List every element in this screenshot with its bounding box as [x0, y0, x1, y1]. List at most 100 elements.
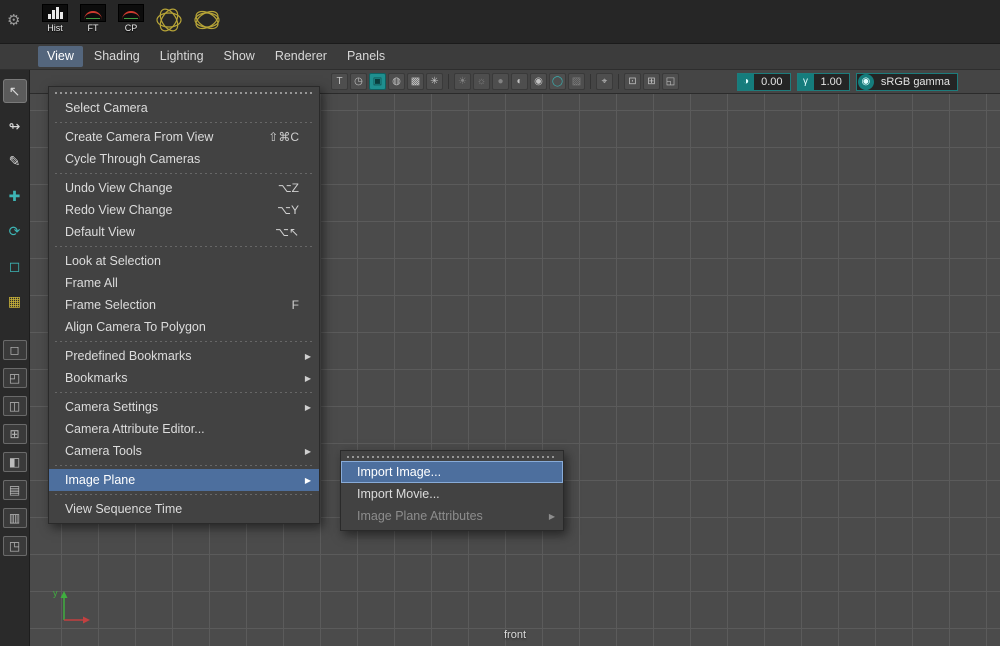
gear-icon[interactable]: ⚙: [7, 13, 20, 28]
menu-item-label: Bookmarks: [65, 371, 299, 385]
layout-hypershade[interactable]: ▤: [3, 480, 27, 500]
menu-separator: [49, 390, 319, 395]
shelf-item-hist[interactable]: Hist: [36, 4, 74, 33]
menu-item-camera-settings[interactable]: Camera Settings▶: [49, 396, 319, 418]
shaded-cube-icon[interactable]: ▣: [369, 73, 386, 90]
submenu-arrow-icon: ▶: [543, 512, 555, 521]
menu-item-label: Camera Settings: [65, 400, 299, 414]
layout-graph-editor[interactable]: ▥: [3, 508, 27, 528]
menu-lighting[interactable]: Lighting: [151, 46, 213, 67]
menu-item-frame-all[interactable]: Frame All: [49, 272, 319, 294]
toolbar-separator: [590, 74, 591, 89]
shadows-icon[interactable]: ●: [492, 73, 509, 90]
tool-list: ↖ ↬ ✎ ✚ ⟳ ◻ ▦: [3, 79, 27, 324]
scale-tool[interactable]: ◻: [3, 254, 27, 278]
menu-item-look-at-selection[interactable]: Look at Selection: [49, 250, 319, 272]
layout-custom[interactable]: ◳: [3, 536, 27, 556]
shelf-item-poly-2[interactable]: [188, 8, 226, 32]
view-transform-value[interactable]: sRGB gamma: [874, 76, 957, 88]
layout-persp-ortho[interactable]: ◰: [3, 368, 27, 388]
split-view-icon[interactable]: ⊞: [643, 73, 660, 90]
menu-item-default-view[interactable]: Default View⌥↖: [49, 221, 319, 243]
gamma-field[interactable]: γ 1.00: [797, 73, 850, 91]
toolbar-separator: [618, 74, 619, 89]
layout-shortcut-list: ◻ ◰ ◫ ⊞ ◧ ▤ ▥ ◳: [3, 340, 27, 564]
menu-item-camera-attribute-editor[interactable]: Camera Attribute Editor...: [49, 418, 319, 440]
view-transform-field[interactable]: ◉ sRGB gamma: [856, 73, 958, 91]
srgb-icon: ◉: [858, 74, 874, 90]
shelf-item-poly-1[interactable]: [150, 8, 188, 32]
exposure-value[interactable]: 0.00: [754, 76, 789, 88]
toolbox: ↖ ↬ ✎ ✚ ⟳ ◻ ▦ ◻ ◰ ◫ ⊞ ◧ ▤ ▥ ◳: [0, 70, 30, 646]
motion-blur-icon[interactable]: ◉: [530, 73, 547, 90]
isolate-view-icon[interactable]: ⊡: [624, 73, 641, 90]
xray-icon[interactable]: ✳: [426, 73, 443, 90]
menu-show[interactable]: Show: [215, 46, 264, 67]
menu-item-view-sequence-time[interactable]: View Sequence Time: [49, 498, 319, 520]
tearoff-handle[interactable]: [347, 453, 557, 460]
current-tool[interactable]: ▦: [3, 289, 27, 313]
menu-item-camera-tools[interactable]: Camera Tools▶: [49, 440, 319, 462]
move-tool[interactable]: ✚: [3, 184, 27, 208]
lasso-select-tool[interactable]: ↬: [3, 114, 27, 138]
exposure-field[interactable]: ◑ 0.00: [737, 73, 790, 91]
menu-shading[interactable]: Shading: [85, 46, 149, 67]
default-lighting-icon[interactable]: ☀: [454, 73, 471, 90]
menu-item-label: Camera Tools: [65, 444, 299, 458]
shelf-item-cp[interactable]: CP: [112, 4, 150, 33]
menu-item-redo-view-change[interactable]: Redo View Change ⌥Y: [49, 199, 319, 221]
submenu-arrow-icon: ▶: [299, 374, 311, 383]
menu-item-image-plane-attributes[interactable]: Image Plane Attributes▶: [341, 505, 563, 527]
menu-item-label: Select Camera: [65, 101, 299, 115]
menu-item-create-camera-from-view[interactable]: Create Camera From View⇧⌘C: [49, 126, 319, 148]
menu-item-import-movie[interactable]: Import Movie...: [341, 483, 563, 505]
menu-item-undo-view-change[interactable]: Undo View Change⌥Z: [49, 177, 319, 199]
menu-item-align-camera-to-polygon[interactable]: Align Camera To Polygon: [49, 316, 319, 338]
menu-item-select-camera[interactable]: Select Camera: [49, 97, 319, 119]
menu-separator: [49, 339, 319, 344]
checker-sphere-icon[interactable]: ▩: [407, 73, 424, 90]
layout-four-view[interactable]: ⊞: [3, 424, 27, 444]
gamma-value[interactable]: 1.00: [814, 76, 849, 88]
menu-item-shortcut: ⌥Y: [277, 203, 299, 217]
viewport-camera-label: front: [30, 629, 1000, 641]
select-tool[interactable]: ↖: [3, 79, 27, 103]
menu-item-label: Redo View Change: [65, 203, 259, 217]
isolate-select-icon[interactable]: T: [331, 73, 348, 90]
menu-item-import-image[interactable]: Import Image...: [341, 461, 563, 483]
depth-peel-icon[interactable]: ▨: [568, 73, 585, 90]
curve-icon: [118, 4, 144, 22]
paint-select-tool[interactable]: ✎: [3, 149, 27, 173]
menu-item-bookmarks[interactable]: Bookmarks▶: [49, 367, 319, 389]
anti-alias-ring-icon[interactable]: ◯: [549, 73, 566, 90]
menu-item-frame-selection[interactable]: Frame SelectionF: [49, 294, 319, 316]
menu-item-label: Create Camera From View: [65, 130, 250, 144]
view-menu: Select CameraCreate Camera From View⇧⌘CC…: [48, 86, 320, 524]
textured-sphere-icon[interactable]: ◍: [388, 73, 405, 90]
shelf-item-label: FT: [88, 23, 99, 33]
all-lights-icon[interactable]: ☼: [473, 73, 490, 90]
menu-panels[interactable]: Panels: [338, 46, 394, 67]
wireframe-sphere-icon[interactable]: ◷: [350, 73, 367, 90]
shelf-item-label: CP: [125, 23, 138, 33]
layout-persp-outliner[interactable]: ◧: [3, 452, 27, 472]
menu-item-label: Default View: [65, 225, 257, 239]
poly-sphere-icon: [193, 8, 221, 32]
shelf-item-ft[interactable]: FT: [74, 4, 112, 33]
menu-item-image-plane[interactable]: Image Plane▶: [49, 469, 319, 491]
menu-item-cycle-through-cameras[interactable]: Cycle Through Cameras: [49, 148, 319, 170]
menu-item-label: View Sequence Time: [65, 502, 299, 516]
tearoff-handle[interactable]: [55, 89, 313, 96]
layout-pair-vertical[interactable]: ◫: [3, 396, 27, 416]
object-select-icon[interactable]: ⌖: [596, 73, 613, 90]
menu-view[interactable]: View: [38, 46, 83, 67]
rotate-tool[interactable]: ⟳: [3, 219, 27, 243]
pane-corner-icon[interactable]: ◱: [662, 73, 679, 90]
menu-renderer[interactable]: Renderer: [266, 46, 336, 67]
shelf: ⚙ Hist FT CP: [0, 0, 1000, 44]
layout-single-pane[interactable]: ◻: [3, 340, 27, 360]
menu-item-predefined-bookmarks[interactable]: Predefined Bookmarks▶: [49, 345, 319, 367]
ao-icon[interactable]: ◐: [511, 73, 528, 90]
menu-item-label: Frame All: [65, 276, 299, 290]
menu-item-label: Align Camera To Polygon: [65, 320, 299, 334]
